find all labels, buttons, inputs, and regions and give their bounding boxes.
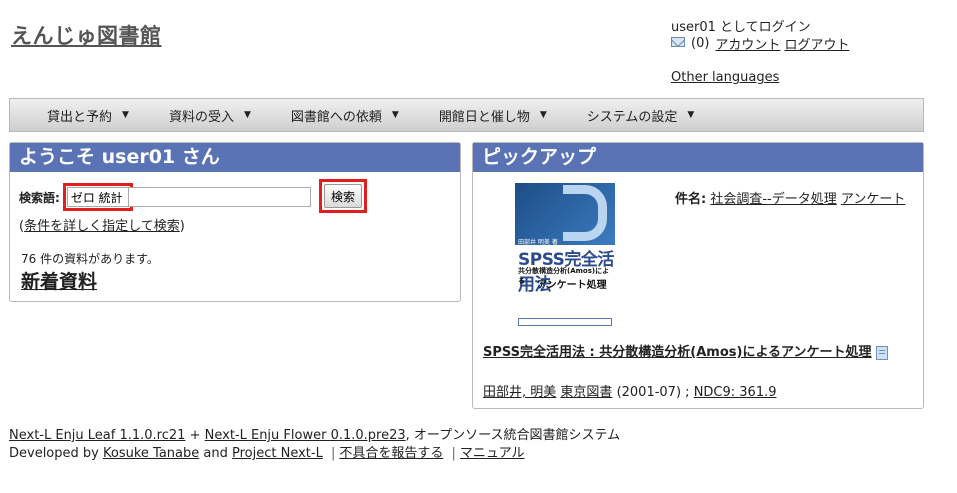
cover-subtitle-2: アンケート処理 bbox=[537, 280, 607, 291]
advanced-search-link[interactable]: 条件を詳しく指定して検索 bbox=[24, 219, 180, 234]
footer-separator: | bbox=[330, 446, 336, 461]
caret-down-icon: ▼ bbox=[243, 110, 251, 120]
report-bug-link[interactable]: 不具合を報告する bbox=[339, 446, 443, 461]
footer-desc: , オープンソース統合図書館システム bbox=[405, 428, 621, 443]
pub-date: (2001-07) ; bbox=[616, 385, 690, 400]
advanced-search: (条件を詳しく指定して検索) bbox=[19, 215, 185, 234]
footer-plus: + bbox=[189, 428, 201, 443]
project-link[interactable]: Project Next-L bbox=[232, 446, 323, 461]
caret-down-icon: ▼ bbox=[391, 110, 399, 120]
search-button[interactable]: 検索 bbox=[324, 184, 362, 208]
login-status: user01 としてログイン bbox=[671, 20, 811, 35]
message-count: (0) bbox=[691, 35, 710, 51]
mail-icon[interactable] bbox=[671, 37, 685, 47]
nav-label: 図書館への依頼 bbox=[290, 109, 382, 125]
pickup-panel: ピックアップ 田部井 明美 著 SPSS完全活用法 共分散構造分析(Amos)に… bbox=[472, 142, 924, 409]
logout-link[interactable]: ログアウト bbox=[784, 34, 849, 53]
book-meta: 田部井, 明美 東京図書 (2001-07) ; NDC9: 361.9 bbox=[483, 381, 777, 400]
nav-label: システムの設定 bbox=[586, 109, 678, 125]
search-label: 検索語: bbox=[19, 190, 60, 205]
footer-and: and bbox=[203, 446, 228, 461]
search-highlight bbox=[62, 183, 133, 211]
book-title: SPSS完全活用法 : 共分散構造分析(Amos)によるアンケート処理 bbox=[483, 343, 913, 362]
subject-label: 件名: bbox=[675, 192, 707, 207]
search-button-highlight: 検索 bbox=[319, 179, 367, 213]
caret-down-icon: ▼ bbox=[539, 110, 547, 120]
user-box: user01 としてログイン (0) アカウント ログアウト bbox=[671, 16, 849, 53]
caret-down-icon: ▼ bbox=[687, 110, 695, 120]
nav-events[interactable]: 開館日と催し物 ▼ bbox=[439, 106, 547, 125]
ndc-link[interactable]: NDC9: 361.9 bbox=[694, 385, 777, 400]
caret-down-icon: ▼ bbox=[122, 110, 129, 120]
nav-circulation[interactable]: 貸出と予約 ▼ bbox=[47, 106, 129, 125]
subject-link[interactable]: アンケート bbox=[841, 192, 905, 207]
footer: Next-L Enju Leaf 1.1.0.rc21 + Next-L Enj… bbox=[9, 427, 620, 463]
footer-separator: | bbox=[451, 446, 456, 461]
pickup-heading: ピックアップ bbox=[473, 143, 923, 172]
search-input[interactable] bbox=[66, 187, 129, 207]
enju-leaf-link[interactable]: Next-L Enju Leaf 1.1.0.rc21 bbox=[9, 428, 185, 443]
new-items-link[interactable]: 新着資料 bbox=[21, 267, 97, 294]
main-navbar: 貸出と予約 ▼ 資料の受入 ▼ 図書館への依頼 ▼ 開館日と催し物 ▼ システムの設定 ▼ bbox=[9, 98, 924, 132]
nav-label: 貸出と予約 bbox=[47, 109, 113, 125]
developed-by: Developed by bbox=[9, 446, 99, 461]
book-icon bbox=[875, 345, 888, 360]
account-link[interactable]: アカウント bbox=[715, 34, 780, 53]
subject-line: 件名: 社会調査--データ処理 アンケート bbox=[675, 188, 905, 207]
manual-link[interactable]: マニュアル bbox=[460, 446, 525, 461]
nav-acquisition[interactable]: 資料の受入 ▼ bbox=[169, 106, 251, 125]
book-title-link[interactable]: SPSS完全活用法 : 共分散構造分析(Amos)によるアンケート処理 bbox=[483, 345, 872, 360]
kosuke-link[interactable]: Kosuke Tanabe bbox=[103, 446, 199, 461]
other-languages-link[interactable]: Other languages bbox=[671, 70, 779, 85]
nav-label: 開館日と催し物 bbox=[438, 109, 530, 125]
welcome-panel: ようこそ user01 さん 検索語: 検索 (条件を詳しく指定して検索) 76… bbox=[9, 142, 461, 302]
publisher-link[interactable]: 東京図書 bbox=[560, 385, 612, 400]
site-title-link[interactable]: えんじゅ図書館 bbox=[11, 20, 162, 50]
nav-request[interactable]: 図書館への依頼 ▼ bbox=[291, 106, 399, 125]
resource-count: 76 件の資料があります。 bbox=[21, 252, 159, 266]
subject-link[interactable]: 社会調査--データ処理 bbox=[710, 192, 836, 207]
search-input-extension[interactable] bbox=[128, 187, 311, 207]
nav-system-settings[interactable]: システムの設定 ▼ bbox=[587, 106, 695, 125]
book-cover-image[interactable]: 田部井 明美 著 SPSS完全活用法 共分散構造分析(Amos)による アンケー… bbox=[515, 183, 615, 330]
enju-flower-link[interactable]: Next-L Enju Flower 0.1.0.pre23 bbox=[205, 428, 406, 443]
paren-close: ) bbox=[179, 219, 185, 234]
nav-label: 資料の受入 bbox=[168, 109, 234, 125]
welcome-heading: ようこそ user01 さん bbox=[10, 143, 460, 172]
author-link[interactable]: 田部井, 明美 bbox=[483, 385, 556, 400]
